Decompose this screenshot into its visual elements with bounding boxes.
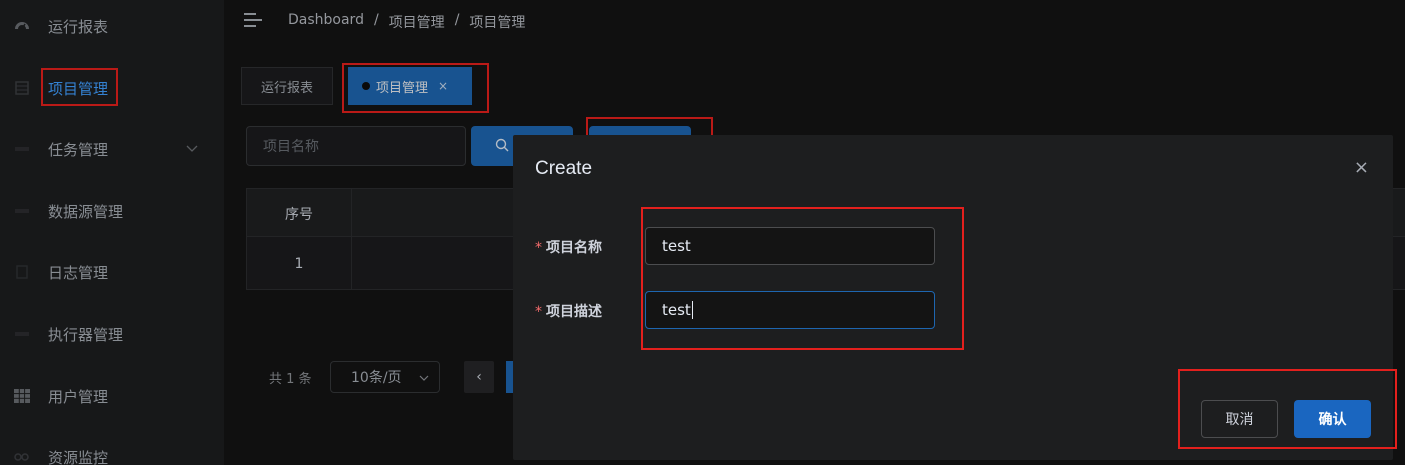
- field-value: test: [662, 301, 691, 319]
- confirm-button[interactable]: 确认: [1294, 400, 1371, 438]
- project-name-label: * 项目名称: [535, 237, 602, 257]
- label-text: 项目描述: [546, 304, 602, 320]
- project-desc-label: * 项目描述: [535, 301, 602, 321]
- field-value: test: [662, 237, 691, 255]
- cancel-button[interactable]: 取消: [1201, 400, 1278, 438]
- project-desc-field[interactable]: test: [645, 291, 935, 329]
- text-cursor: [691, 301, 693, 319]
- project-name-field[interactable]: test: [645, 227, 935, 265]
- required-marker: *: [535, 240, 542, 256]
- close-icon[interactable]: ×: [1354, 157, 1369, 178]
- label-text: 项目名称: [546, 240, 602, 256]
- dialog-title: Create: [535, 158, 593, 179]
- required-marker: *: [535, 304, 542, 320]
- create-dialog: Create × * 项目名称 test * 项目描述 test 取消 确认: [513, 135, 1393, 460]
